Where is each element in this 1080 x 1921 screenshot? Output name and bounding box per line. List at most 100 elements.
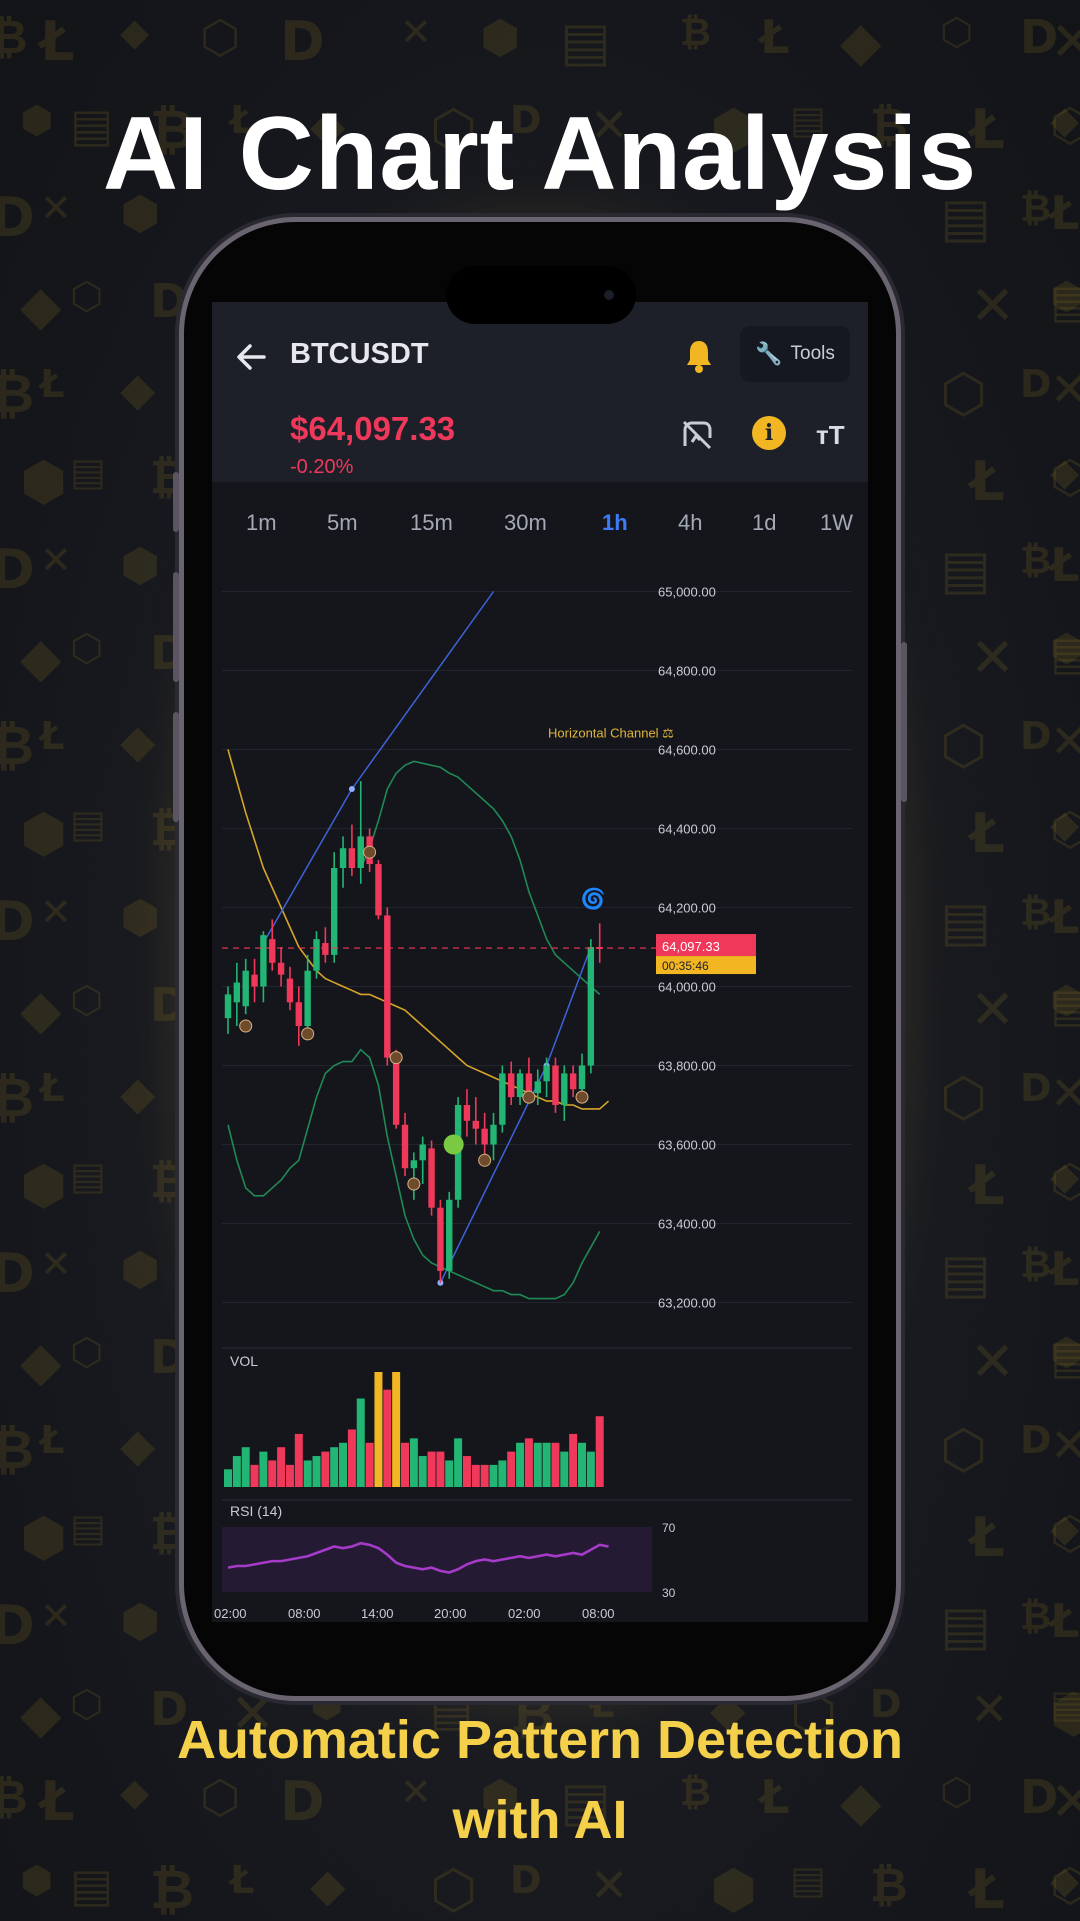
background-crypto-icon: ⬡ xyxy=(940,10,974,54)
background-crypto-icon: ₿ xyxy=(0,10,28,64)
background-crypto-icon: ✕ xyxy=(970,1330,1016,1393)
background-crypto-icon: Ł xyxy=(1050,1594,1080,1648)
dynamic-island xyxy=(446,266,636,324)
signal-dot xyxy=(443,1134,464,1155)
power-button xyxy=(901,642,907,802)
volume-bar xyxy=(507,1451,516,1487)
wrench-icon: 🔧 xyxy=(755,341,783,366)
pattern-marker xyxy=(389,1051,403,1065)
candle-body xyxy=(392,1057,400,1125)
background-crypto-icon: Ł xyxy=(40,362,65,406)
headline: AI Chart Analysis xyxy=(102,96,978,212)
background-crypto-icon: D xyxy=(1020,362,1052,406)
candle-body xyxy=(375,864,382,916)
back-arrow-icon[interactable] xyxy=(234,340,268,374)
mute-button xyxy=(173,472,179,532)
pattern-marker xyxy=(575,1090,589,1104)
timeframe-tab-1W[interactable]: 1W xyxy=(820,510,853,536)
candle-body xyxy=(410,1160,418,1169)
candle-body xyxy=(357,836,364,868)
background-crypto-icon: ⬢ xyxy=(1050,1330,1080,1374)
volume-bar xyxy=(365,1442,374,1487)
price-change: -0.20% xyxy=(290,456,354,478)
hide-indicators-icon[interactable] xyxy=(680,418,714,452)
candle-body xyxy=(339,848,347,868)
background-crypto-icon: ⬡ xyxy=(940,1418,988,1481)
timeframe-tab-30m[interactable]: 30m xyxy=(504,510,547,536)
candle-body xyxy=(481,1128,488,1145)
background-crypto-icon: ₿ xyxy=(1020,1242,1051,1286)
bell-icon[interactable] xyxy=(684,338,714,374)
volume-bar xyxy=(480,1464,489,1487)
background-crypto-icon: ⬡ xyxy=(1050,1858,1080,1912)
background-crypto-icon: Ł xyxy=(40,714,65,758)
time-tick-label: 08:00 xyxy=(288,1606,321,1621)
pattern-marker xyxy=(407,1177,421,1191)
background-crypto-icon: ▤ xyxy=(940,538,992,601)
volume-bar xyxy=(347,1429,356,1487)
background-crypto-icon: D xyxy=(0,1242,35,1305)
background-crypto-icon: Ł xyxy=(1050,538,1080,592)
price-tick-label: 63,600.00 xyxy=(658,1138,716,1153)
volume-bar xyxy=(383,1389,392,1487)
background-crypto-icon: ⬡ xyxy=(1050,802,1080,856)
volume-bar xyxy=(533,1442,542,1487)
background-crypto-icon: Ł xyxy=(970,802,1005,865)
volume-bar xyxy=(374,1372,383,1487)
timeframe-tab-1h[interactable]: 1h xyxy=(602,510,628,536)
background-crypto-icon: D xyxy=(0,1594,35,1657)
candle-body xyxy=(269,939,276,963)
background-crypto-icon: Ł xyxy=(40,1418,65,1462)
background-crypto-icon: ✕ xyxy=(590,1858,629,1912)
volume-bar xyxy=(471,1464,480,1487)
price-tick-label: 64,400.00 xyxy=(658,822,716,837)
subline: Automatic Pattern Detection with AI xyxy=(0,1700,1080,1860)
background-crypto-icon: ✕ xyxy=(970,626,1016,689)
candle-body xyxy=(561,1073,568,1105)
candle-body xyxy=(525,1073,533,1094)
background-crypto-icon: D xyxy=(510,1858,542,1902)
symbol-title: BTCUSDT xyxy=(290,338,429,370)
background-crypto-icon: ₿ xyxy=(1020,1594,1051,1638)
background-crypto-icon: ⬢ xyxy=(20,1154,68,1217)
pattern-annotation: Horizontal Channel ⚖ xyxy=(548,726,674,741)
background-crypto-icon: ◆ xyxy=(1050,1154,1080,1198)
candle-body xyxy=(437,1207,444,1271)
timeframe-tab-4h[interactable]: 4h xyxy=(678,510,702,536)
tools-button[interactable]: 🔧 Tools xyxy=(740,326,850,382)
background-crypto-icon: ✕ xyxy=(40,1594,72,1638)
volume-bar xyxy=(418,1456,427,1487)
candle-body xyxy=(348,848,356,868)
background-crypto-icon: ⬡ xyxy=(70,978,104,1022)
time-tick-label: 02:00 xyxy=(508,1606,541,1621)
background-crypto-icon: Ł xyxy=(970,1506,1005,1569)
candle-body xyxy=(277,962,285,975)
price-tick-label: 64,200.00 xyxy=(658,901,716,916)
candlestick-chart[interactable]: 65,000.00 64,800.00 64,600.00 64,400.00 64,2… xyxy=(212,552,868,1622)
time-tick-label: 02:00 xyxy=(214,1606,247,1621)
volume-bar xyxy=(250,1464,259,1487)
pattern-marker xyxy=(239,1019,253,1033)
background-crypto-icon: ⬢ xyxy=(120,1242,161,1296)
timeframe-tab-5m[interactable]: 5m xyxy=(327,510,358,536)
timeframe-tab-1d[interactable]: 1d xyxy=(752,510,776,536)
timeframe-tab-15m[interactable]: 15m xyxy=(410,510,453,536)
volume-bar xyxy=(578,1442,586,1487)
rsi-label: RSI (14) xyxy=(230,1503,282,1519)
app-screen: BTCUSDT 🔧 Tools $64,097.33 -0.20% i ᴛT 1… xyxy=(212,302,868,1622)
font-size-icon[interactable]: ᴛT xyxy=(816,420,845,451)
candle-body xyxy=(419,1144,426,1161)
background-crypto-icon: ✕ xyxy=(400,10,432,54)
ticker-header: BTCUSDT 🔧 Tools $64,097.33 -0.20% i ᴛT xyxy=(212,302,868,482)
volume-bar xyxy=(569,1433,578,1487)
background-crypto-icon: ₿ xyxy=(150,1858,195,1921)
volume-down-button xyxy=(173,712,179,822)
timeframe-tab-1m[interactable]: 1m xyxy=(246,510,277,536)
background-crypto-icon: ◆ xyxy=(1050,802,1080,846)
rsi-level-70: 70 xyxy=(662,1521,676,1535)
volume-bar xyxy=(312,1456,321,1487)
background-crypto-icon: ◆ xyxy=(120,1418,156,1472)
background-crypto-icon: ⬡ xyxy=(200,10,241,64)
trendline-anchor xyxy=(348,786,355,792)
info-icon[interactable]: i xyxy=(752,416,786,450)
